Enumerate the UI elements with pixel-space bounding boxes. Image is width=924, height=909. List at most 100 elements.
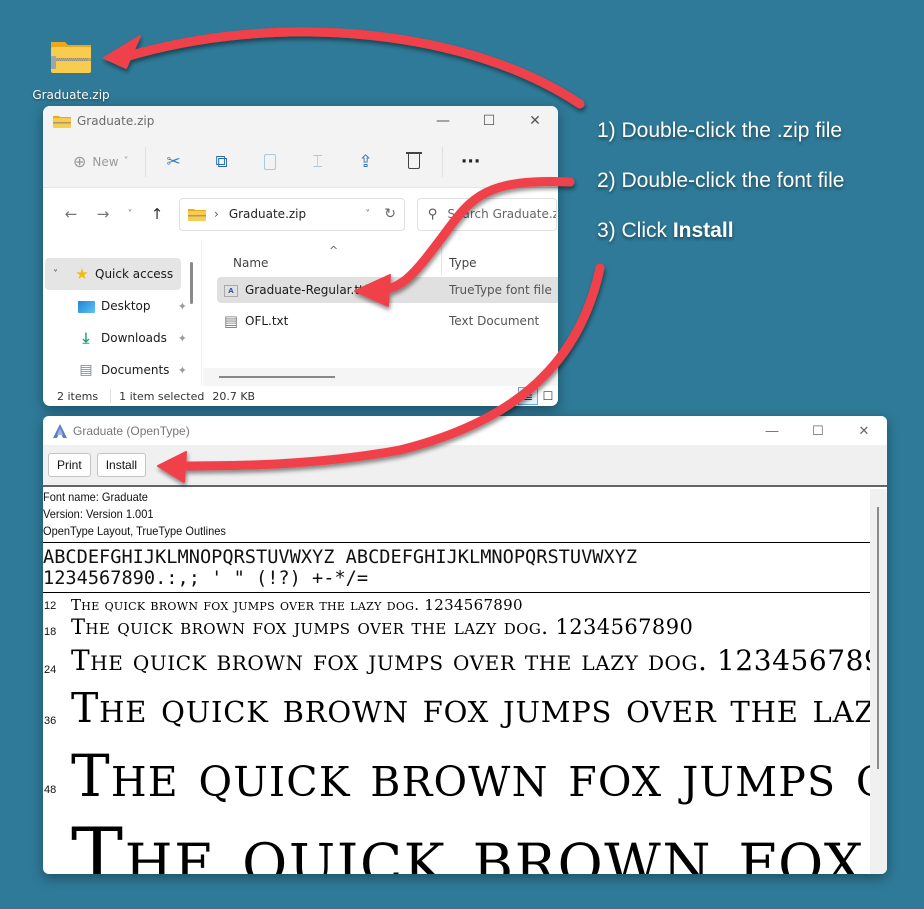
column-header-type[interactable]: Type — [449, 256, 477, 270]
file-explorer-window: Graduate.zip — ☐ ✕ ⊕ New ˅ ✂ ⧉ ⌶ ⇪ ··· ←… — [43, 106, 558, 406]
file-type: Text Document — [449, 314, 540, 328]
explorer-title: Graduate.zip — [77, 114, 155, 128]
clipboard-icon — [263, 153, 276, 170]
charset-letters: ABCDEFGHIJKLMNOPQRSTUVWXYZ ABCDEFGHIJKLM… — [43, 546, 638, 568]
delete-button[interactable] — [390, 146, 438, 178]
sidebar-item-label: Desktop — [101, 299, 151, 313]
font-viewer-title: Graduate (OpenType) — [73, 423, 190, 438]
pane-splitter[interactable] — [201, 240, 202, 386]
sample-size-label: 24 — [44, 664, 57, 676]
new-label: New — [92, 154, 119, 169]
character-set: ABCDEFGHIJKLMNOPQRSTUVWXYZ ABCDEFGHIJKLM… — [43, 543, 870, 592]
file-list: ^ Name Type A Graduate-Regular.ttf TrueT… — [203, 240, 558, 386]
address-dropdown-button[interactable]: ˅ — [365, 209, 370, 220]
refresh-button[interactable]: ↻ — [384, 206, 396, 222]
cut-button[interactable]: ✂ — [150, 146, 198, 178]
font-info: Font name: Graduate Version: Version 1.0… — [43, 489, 819, 540]
rename-icon: ⌶ — [312, 151, 323, 172]
navigation-pane-scrollbar[interactable] — [190, 262, 193, 304]
install-button[interactable]: Install — [96, 453, 147, 477]
sample-size-label: 36 — [44, 715, 57, 727]
scrollbar-thumb[interactable] — [219, 376, 335, 378]
sample-text: The quick brown fox jumps over the lazy … — [71, 814, 870, 874]
font-version: Version: Version 1.001 — [43, 507, 154, 521]
file-row-ofl-txt[interactable]: ▤ OFL.txt Text Document — [217, 308, 558, 334]
pin-icon: ✦ — [177, 331, 187, 345]
more-options-button[interactable]: ··· — [447, 146, 495, 178]
horizontal-scrollbar[interactable] — [203, 368, 558, 386]
chevron-down-icon[interactable]: ˅ — [53, 269, 67, 280]
recent-locations-button[interactable]: ˅ — [119, 209, 141, 220]
font-name: Font name: Graduate — [43, 490, 148, 504]
sample-row-18: 18 The quick brown fox jumps over the la… — [43, 614, 870, 642]
search-input[interactable]: ⚲ Search Graduate.zip — [417, 197, 557, 231]
sample-text: The quick brown fox jumps over the lazy … — [71, 742, 870, 810]
column-headers: ^ Name Type — [203, 244, 558, 276]
download-icon: ⤓ — [82, 329, 90, 347]
close-button[interactable]: ✕ — [841, 423, 887, 439]
minimize-button[interactable]: — — [749, 423, 795, 439]
breadcrumb-item[interactable]: Graduate.zip — [229, 207, 306, 221]
sidebar-item-desktop[interactable]: Desktop ✦ — [43, 290, 193, 322]
up-button[interactable]: ↑ — [141, 205, 173, 223]
font-viewer-window: Graduate (OpenType) — ☐ ✕ Print Install … — [43, 416, 887, 874]
sample-text: The quick brown fox jumps over the lazy … — [71, 615, 694, 639]
sidebar-item-label: Documents — [101, 363, 170, 377]
font-viewer-logo-icon — [53, 423, 67, 438]
zip-folder-icon — [188, 208, 206, 221]
address-bar[interactable]: › Graduate.zip ˅ ↻ — [179, 197, 405, 231]
ellipsis-icon: ··· — [460, 151, 481, 172]
file-name: Graduate-Regular.ttf — [245, 283, 368, 297]
minimize-button[interactable]: — — [420, 113, 466, 129]
details-view-button[interactable]: ≣ — [518, 387, 538, 405]
rename-button[interactable]: ⌶ — [294, 146, 342, 178]
plus-circle-icon: ⊕ — [73, 152, 87, 171]
file-name: OFL.txt — [245, 314, 289, 328]
star-icon: ★ — [75, 265, 89, 283]
sample-row-36: 36 The quick brown fox jumps over the la… — [43, 682, 870, 742]
share-icon: ⇪ — [358, 151, 373, 172]
sidebar-item-label: Quick access — [95, 267, 174, 281]
chevron-down-icon: ˅ — [123, 156, 129, 167]
selection-count: 1 item selected — [119, 389, 205, 403]
scrollbar-thumb[interactable] — [877, 507, 879, 769]
paste-button[interactable] — [246, 146, 294, 178]
explorer-title-bar[interactable]: Graduate.zip — ☐ ✕ — [43, 106, 558, 136]
file-row-graduate-regular-ttf[interactable]: A Graduate-Regular.ttf TrueType font fil… — [217, 277, 558, 303]
font-viewer-title-bar[interactable]: Graduate (OpenType) — ☐ ✕ — [43, 416, 887, 445]
font-file-icon: A — [221, 283, 241, 297]
desktop-zip-file[interactable]: Graduate.zip — [30, 38, 112, 102]
status-divider — [110, 389, 112, 403]
vertical-scrollbar[interactable] — [870, 489, 887, 874]
print-button[interactable]: Print — [48, 453, 91, 477]
step-3-emphasis: Install — [672, 219, 734, 242]
instructions: 1) Double-click the .zip file 2) Double-… — [597, 118, 844, 268]
sidebar-item-downloads[interactable]: ⤓ Downloads ✦ — [43, 322, 193, 354]
maximize-button[interactable]: ☐ — [466, 113, 512, 129]
share-button[interactable]: ⇪ — [342, 146, 390, 178]
sidebar-item-quick-access[interactable]: ˅ ★ Quick access — [45, 258, 181, 290]
sample-size-label: 18 — [44, 626, 57, 638]
search-icon: ⚲ — [428, 206, 438, 222]
new-button[interactable]: ⊕ New ˅ — [61, 146, 141, 178]
navigation-pane: ˅ ★ Quick access Desktop ✦ ⤓ Downloads ✦… — [43, 240, 193, 386]
sample-row-24: 24 The quick brown fox jumps over the la… — [43, 642, 870, 682]
sidebar-item-documents[interactable]: ▤ Documents ✦ — [43, 354, 193, 386]
back-button[interactable]: ← — [55, 205, 87, 223]
sample-row-72: The quick brown fox jumps over the lazy … — [43, 814, 870, 874]
close-button[interactable]: ✕ — [512, 113, 558, 129]
breadcrumb-chevron: › — [214, 207, 219, 221]
forward-button[interactable]: → — [87, 205, 119, 223]
desktop-zip-label: Graduate.zip — [32, 88, 110, 102]
desktop-icon — [75, 299, 97, 313]
trash-icon — [405, 152, 422, 169]
status-bar: 2 items 1 item selected 20.7 KB ≣ ☐ — [43, 386, 558, 406]
copy-button[interactable]: ⧉ — [198, 146, 246, 178]
column-divider[interactable] — [441, 246, 442, 276]
arrow-to-zip — [117, 27, 585, 109]
column-header-name[interactable]: Name — [233, 256, 268, 270]
maximize-button[interactable]: ☐ — [795, 423, 841, 439]
step-3-prefix: 3) Click — [597, 219, 673, 242]
pin-icon: ✦ — [177, 363, 187, 377]
tiles-view-button[interactable]: ☐ — [538, 387, 558, 405]
